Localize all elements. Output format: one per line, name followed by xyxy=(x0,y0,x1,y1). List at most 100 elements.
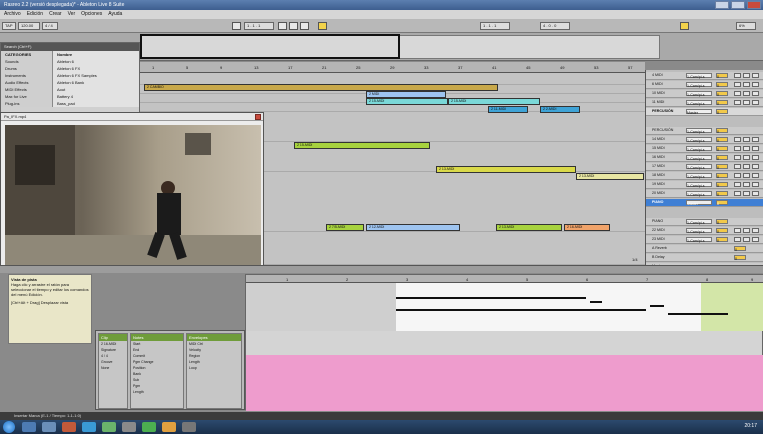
mixer-track[interactable]: 23 MIDI 1-Cam/pi-s 0 xyxy=(646,236,763,244)
mixer-track[interactable]: 6 MIDI 1-Cam/pi-s 0 xyxy=(646,81,763,89)
mute-button[interactable] xyxy=(734,237,741,242)
track-io[interactable]: 1-Cam/pi-s xyxy=(686,173,712,179)
midi-note[interactable] xyxy=(590,301,602,303)
solo-button[interactable] xyxy=(743,82,750,87)
start-button-icon[interactable] xyxy=(3,421,15,433)
solo-button[interactable] xyxy=(743,191,750,196)
solo-button[interactable] xyxy=(743,155,750,160)
arm-button[interactable] xyxy=(752,164,759,169)
mixer-group-track-selected[interactable]: PIANO Master 0 xyxy=(646,199,763,207)
track-volume[interactable]: 0 xyxy=(716,100,728,106)
time-signature-field[interactable]: 4 / 4 xyxy=(42,22,58,30)
track-io[interactable]: 1-Cam/pi-s xyxy=(686,237,712,243)
arrangement-clip[interactable]: 2 MIDI xyxy=(366,91,446,98)
mixer-track[interactable]: PIANO 1-Cam/pi-s 0 xyxy=(646,218,763,226)
arrangement-ruler[interactable]: 1 5 9 13 17 21 25 29 33 37 41 45 49 53 5… xyxy=(140,62,645,73)
ie-icon[interactable] xyxy=(82,422,96,432)
midi-note[interactable] xyxy=(396,297,586,299)
midi-note[interactable] xyxy=(650,305,664,307)
tap-tempo-button[interactable]: TAP xyxy=(2,22,16,30)
mute-button[interactable] xyxy=(734,137,741,142)
track-volume[interactable]: 0 xyxy=(734,246,746,252)
track-volume[interactable]: 0 xyxy=(716,182,728,188)
taskbar-clock[interactable]: 20:17 xyxy=(744,423,757,429)
arm-button[interactable] xyxy=(752,228,759,233)
arrangement-clip[interactable]: 2 11-MIDI xyxy=(488,106,528,113)
solo-button[interactable] xyxy=(743,182,750,187)
arm-button[interactable] xyxy=(752,100,759,105)
play-button[interactable] xyxy=(278,22,287,30)
arm-button[interactable] xyxy=(752,91,759,96)
note-grid-selected[interactable] xyxy=(701,283,763,331)
midi-note[interactable] xyxy=(668,313,728,315)
note-grid-loop[interactable] xyxy=(396,283,701,331)
track-volume[interactable]: 0 xyxy=(716,91,728,97)
folder-icon[interactable] xyxy=(42,422,56,432)
track-io[interactable]: Master xyxy=(686,200,712,206)
groove-value[interactable]: None xyxy=(99,365,127,371)
video-window[interactable]: Pa_IFX.mp4 xyxy=(0,112,264,270)
chrome-icon[interactable] xyxy=(102,422,116,432)
arrangement-clip[interactable]: 2 7/5-MIDI xyxy=(326,224,364,231)
loop-start-field[interactable]: 1 . 1 . 1 xyxy=(480,22,510,30)
track-volume[interactable]: 0 xyxy=(716,173,728,179)
envelopes-header[interactable]: Envelopes xyxy=(187,334,241,341)
track-volume[interactable]: 0 xyxy=(716,228,728,234)
arm-button[interactable] xyxy=(752,82,759,87)
spotify-icon[interactable] xyxy=(142,422,156,432)
track-io[interactable]: 1-Cam/pi-s xyxy=(686,155,712,161)
return-track[interactable]: A Reverb 0 xyxy=(646,245,763,253)
mute-button[interactable] xyxy=(734,91,741,96)
arrangement-clip[interactable]: 2 15-MIDI xyxy=(448,98,540,105)
close-button[interactable] xyxy=(747,1,761,9)
mixer-track[interactable]: 22 MIDI 1-Cam/pi-s 0 xyxy=(646,227,763,235)
track-volume[interactable]: 0 xyxy=(716,219,728,225)
clip-header[interactable]: Clip xyxy=(99,334,127,341)
track-io[interactable]: Master xyxy=(686,109,712,115)
overview-viewbox[interactable] xyxy=(140,34,400,59)
arrangement-clip[interactable]: 2 13-MIDI xyxy=(576,173,644,180)
midi-editor[interactable]: 1 2 3 4 5 6 7 8 9 xyxy=(245,274,763,411)
mute-button[interactable] xyxy=(734,73,741,78)
media-player-icon[interactable] xyxy=(62,422,76,432)
app-icon[interactable] xyxy=(182,422,196,432)
track-io[interactable]: 1-Cam/pi-s xyxy=(686,128,712,134)
close-icon[interactable] xyxy=(255,114,261,120)
mute-button[interactable] xyxy=(734,164,741,169)
mute-button[interactable] xyxy=(734,155,741,160)
track-volume[interactable]: 0 xyxy=(716,82,728,88)
solo-button[interactable] xyxy=(743,137,750,142)
category-sounds[interactable]: Sounds xyxy=(1,58,52,65)
arm-button[interactable] xyxy=(752,191,759,196)
arrangement-clip[interactable]: 2 16-MIDI xyxy=(564,224,610,231)
mixer-track[interactable]: PERCUSIÓN 1-Cam/pi-s 0 xyxy=(646,127,763,135)
maximize-button[interactable] xyxy=(731,1,745,9)
notes-header[interactable]: Notes xyxy=(131,334,183,341)
mixer-track[interactable]: 11 MIDI 1-Cam/pi-s 0 xyxy=(646,99,763,107)
arrangement-clip[interactable]: 2 12-MIDI xyxy=(366,224,460,231)
track-io[interactable]: 1-Cam/pi-s xyxy=(686,137,712,143)
browser-item[interactable]: Aout xyxy=(53,86,139,93)
mixer-track[interactable]: 19 MIDI 1-Cam/pi-s 0 xyxy=(646,181,763,189)
mute-button[interactable] xyxy=(734,182,741,187)
mute-button[interactable] xyxy=(734,100,741,105)
arm-button[interactable] xyxy=(752,237,759,242)
ableton-icon[interactable] xyxy=(162,422,176,432)
track-volume[interactable]: 0 xyxy=(716,237,728,243)
mute-button[interactable] xyxy=(734,82,741,87)
track-volume[interactable]: 0 xyxy=(716,200,728,206)
arm-button[interactable] xyxy=(752,146,759,151)
category-instruments[interactable]: Instruments xyxy=(1,72,52,79)
category-max-for-live[interactable]: Max for Live xyxy=(1,93,52,100)
track-volume[interactable]: 0 xyxy=(716,146,728,152)
solo-button[interactable] xyxy=(743,237,750,242)
menu-crear[interactable]: Crear xyxy=(49,10,62,19)
track-volume[interactable]: 0 xyxy=(716,128,728,134)
mixer-track[interactable]: 18 MIDI 1-Cam/pi-s 0 xyxy=(646,172,763,180)
track-io[interactable]: 1-Cam/pi-s xyxy=(686,164,712,170)
mixer-track[interactable]: 16 MIDI 1-Cam/pi-s 0 xyxy=(646,154,763,162)
mixer-track[interactable]: 15 MIDI 1-Cam/pi-s 0 xyxy=(646,145,763,153)
browser-item[interactable]: Ableton 6 Bank xyxy=(53,79,139,86)
track-io[interactable]: 1-Cam/pi-s xyxy=(686,219,712,225)
arrangement-scrollbar[interactable] xyxy=(0,265,763,273)
